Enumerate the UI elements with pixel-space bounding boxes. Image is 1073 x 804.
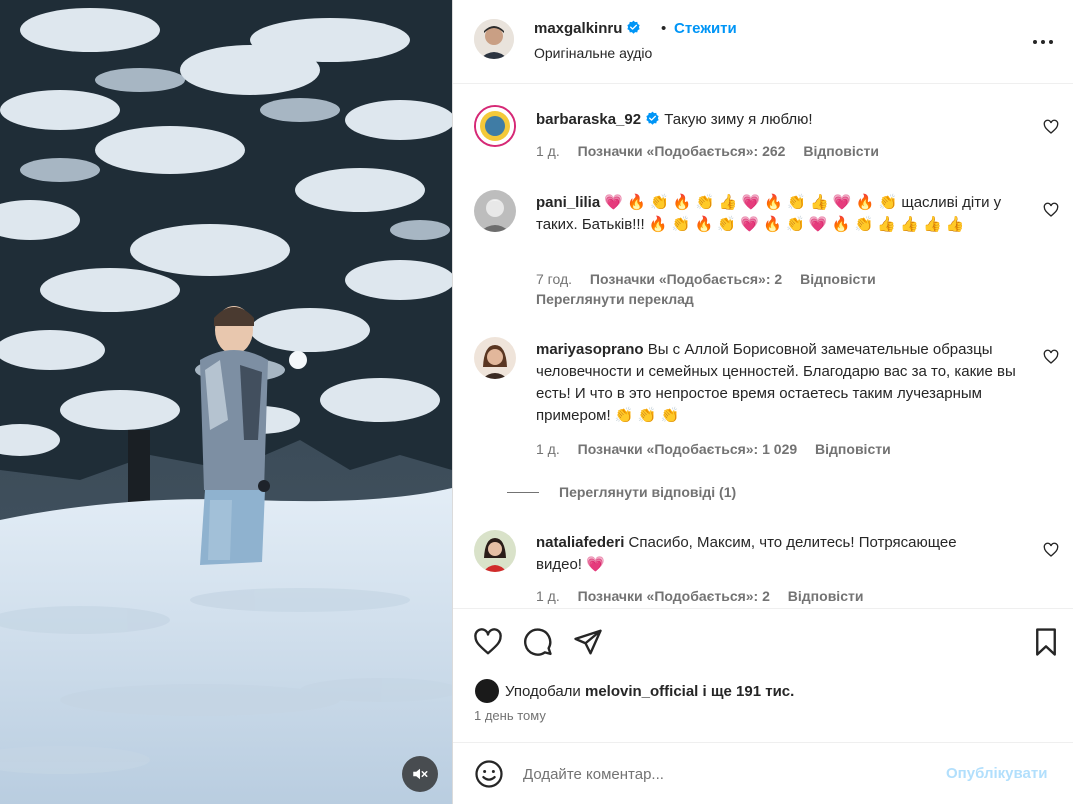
verified-badge-icon bbox=[627, 20, 640, 34]
comment-meta: 1 д. Позначки «Подобається»: 2 Відповіст… bbox=[536, 588, 877, 604]
comment-username[interactable]: barbaraska_92 bbox=[536, 111, 641, 128]
comment-text: 💗 🔥 👏 🔥 👏 👍 💗 🔥 👏 👍 💗 🔥 👏 щасливі діти у… bbox=[536, 194, 1002, 233]
comment-username[interactable]: pani_lilia bbox=[536, 194, 600, 211]
snowy-forest-video-frame bbox=[0, 0, 452, 804]
comment-text-row: barbaraska_92 Такую зиму я люблю! bbox=[536, 109, 1036, 131]
emoji-icon[interactable] bbox=[474, 759, 504, 789]
comment-meta: 7 год. Позначки «Подобається»: 2 Відпові… bbox=[536, 271, 890, 287]
comment-icon[interactable] bbox=[523, 627, 553, 657]
post-timestamp[interactable]: 1 день тому bbox=[474, 708, 546, 723]
commenter-avatar[interactable] bbox=[474, 105, 516, 147]
replies-divider-line bbox=[507, 491, 539, 493]
view-replies-button[interactable]: Переглянути відповіді (1) bbox=[507, 484, 736, 500]
comment-text-row: pani_lilia 💗 🔥 👏 🔥 👏 👍 💗 🔥 👏 👍 💗 🔥 👏 щас… bbox=[536, 192, 1006, 236]
author-avatar-image bbox=[474, 19, 514, 59]
reply-button[interactable]: Відповісти bbox=[815, 441, 891, 457]
see-translation-link[interactable]: Переглянути переклад bbox=[536, 291, 694, 307]
comment-username[interactable]: mariyasoprano bbox=[536, 341, 644, 358]
verified-badge-icon bbox=[646, 111, 659, 125]
post-dialog: maxgalkinru • Стежити Оригінальне аудіо bbox=[0, 0, 1073, 804]
more-options-icon bbox=[1033, 40, 1053, 44]
comment-text: Такую зиму я люблю! bbox=[664, 111, 813, 128]
comment-time[interactable]: 7 год. bbox=[536, 271, 572, 287]
comment-likes-count[interactable]: Позначки «Подобається»: 262 bbox=[578, 143, 786, 159]
comment-time[interactable]: 1 д. bbox=[536, 143, 560, 159]
comment-time[interactable]: 1 д. bbox=[536, 441, 560, 457]
commenter-avatar-image bbox=[474, 337, 516, 379]
comment-username[interactable]: nataliafederi bbox=[536, 534, 624, 551]
author-username-row: maxgalkinru bbox=[534, 20, 641, 37]
liked-by-avatar bbox=[475, 679, 499, 703]
follow-button[interactable]: Стежити bbox=[674, 20, 737, 37]
author-username[interactable]: maxgalkinru bbox=[534, 20, 622, 37]
commenter-avatar-image bbox=[474, 190, 516, 232]
post-actions: Уподобали melovin_official і ще 191 тис.… bbox=[453, 608, 1073, 742]
mute-toggle-button[interactable] bbox=[402, 756, 438, 792]
like-comment-heart-icon[interactable] bbox=[1043, 349, 1059, 365]
publish-button[interactable]: Опублікувати bbox=[946, 765, 1047, 782]
post-video[interactable] bbox=[0, 0, 452, 804]
more-options-button[interactable] bbox=[1031, 30, 1055, 54]
share-icon[interactable] bbox=[573, 627, 603, 657]
liked-by-row[interactable]: Уподобали melovin_official і ще 191 тис. bbox=[475, 679, 794, 703]
heart-icon[interactable] bbox=[473, 627, 503, 657]
comment-text-row: mariyasoprano Вы с Аллой Борисовной заме… bbox=[536, 339, 1016, 427]
author-avatar[interactable] bbox=[474, 19, 514, 59]
post-side-panel: maxgalkinru • Стежити Оригінальне аудіо bbox=[452, 0, 1073, 804]
comment-text-row: nataliafederi Спасибо, Максим, что делит… bbox=[536, 532, 1006, 576]
commenter-avatar[interactable] bbox=[474, 190, 516, 232]
like-comment-heart-icon[interactable] bbox=[1043, 202, 1059, 218]
liked-by-user[interactable]: melovin_official bbox=[585, 683, 698, 700]
like-comment-heart-icon[interactable] bbox=[1043, 119, 1059, 135]
comment-input[interactable] bbox=[523, 761, 923, 787]
liked-by-prefix: Уподобали bbox=[505, 682, 581, 700]
comments-list[interactable]: barbaraska_92 Такую зиму я люблю! 1 д. П… bbox=[453, 85, 1073, 608]
commenter-avatar[interactable] bbox=[474, 337, 516, 379]
commenter-avatar-image bbox=[476, 107, 514, 145]
audio-label[interactable]: Оригінальне аудіо bbox=[534, 45, 652, 61]
muted-speaker-icon bbox=[413, 768, 428, 780]
post-header: maxgalkinru • Стежити Оригінальне аудіо bbox=[453, 0, 1073, 84]
view-replies-label: Переглянути відповіді (1) bbox=[559, 484, 737, 500]
reply-button[interactable]: Відповісти bbox=[803, 143, 879, 159]
bookmark-icon[interactable] bbox=[1031, 627, 1061, 657]
commenter-avatar-image bbox=[474, 530, 516, 572]
liked-by-others[interactable]: і ще 191 тис. bbox=[703, 683, 795, 700]
header-separator: • bbox=[661, 20, 667, 37]
commenter-avatar[interactable] bbox=[474, 530, 516, 572]
like-comment-heart-icon[interactable] bbox=[1043, 542, 1059, 558]
add-comment-bar: Опублікувати bbox=[453, 742, 1073, 804]
reply-button[interactable]: Відповісти bbox=[788, 588, 864, 604]
comment-likes-count[interactable]: Позначки «Подобається»: 2 bbox=[590, 271, 782, 287]
comment-likes-count[interactable]: Позначки «Подобається»: 1 029 bbox=[578, 441, 798, 457]
comment-meta: 1 д. Позначки «Подобається»: 1 029 Відпо… bbox=[536, 441, 905, 457]
reply-button[interactable]: Відповісти bbox=[800, 271, 876, 287]
comment-time[interactable]: 1 д. bbox=[536, 588, 560, 604]
comment-meta: 1 д. Позначки «Подобається»: 262 Відпові… bbox=[536, 143, 893, 159]
comment-likes-count[interactable]: Позначки «Подобається»: 2 bbox=[578, 588, 770, 604]
